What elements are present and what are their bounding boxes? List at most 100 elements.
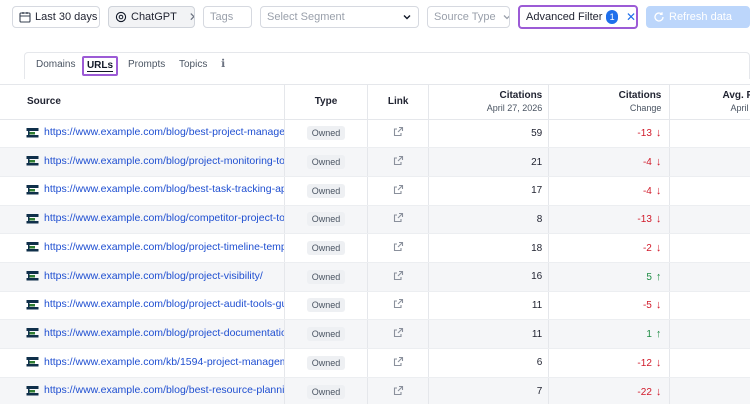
external-link-icon[interactable] (393, 212, 404, 223)
type-badge: Owned (306, 241, 346, 256)
table-row: https://www.example.com/blog/best-projec… (0, 119, 750, 149)
sources-table: Source Type Link Citations April 27, 202… (0, 84, 750, 404)
avg-position-cell: 11 (669, 377, 750, 404)
change-cell: -13 ↓ (548, 205, 671, 235)
source-cell: https://www.example.com/blog/project-vis… (0, 262, 285, 292)
tags-select[interactable]: Tags (203, 6, 252, 28)
arrow-down-icon: ↓ (655, 184, 662, 197)
column-type[interactable]: Type (284, 85, 369, 120)
change-cell: -4 ↓ (548, 176, 671, 206)
source-type-select[interactable]: Source Type (427, 6, 510, 28)
arrow-up-icon: ↑ (655, 270, 662, 283)
external-link-icon[interactable] (393, 385, 404, 396)
citations-cell: 16 (428, 262, 550, 292)
change-value: -12 (637, 357, 652, 369)
source-url[interactable]: https://www.example.com/blog/best-task-t… (44, 183, 283, 195)
link-cell (367, 147, 430, 177)
type-badge: Owned (306, 355, 346, 370)
external-link-icon[interactable] (393, 327, 404, 338)
source-url[interactable]: https://www.example.com/kb/1594-project-… (44, 356, 283, 368)
type-cell: Owned (284, 262, 369, 292)
source-link[interactable]: https://www.example.com/blog/competitor-… (26, 212, 283, 224)
external-link-icon[interactable] (393, 126, 404, 137)
external-link-icon[interactable] (393, 298, 404, 309)
engine-label: ChatGPT (131, 11, 177, 23)
source-link[interactable]: https://www.example.com/blog/project-doc… (26, 327, 283, 339)
source-link[interactable]: https://www.example.com/blog/best-projec… (26, 126, 283, 138)
refresh-data-button[interactable]: Refresh data (646, 6, 750, 28)
external-link-icon[interactable] (393, 241, 404, 252)
source-cell: https://www.example.com/blog/project-doc… (0, 319, 285, 349)
table-row: https://www.example.com/blog/best-resour… (0, 377, 750, 404)
source-favicon-icon (26, 127, 44, 138)
column-citations[interactable]: Citations April 27, 2026 (428, 85, 550, 120)
source-url[interactable]: https://www.example.com/blog/project-aud… (44, 298, 283, 310)
source-link[interactable]: https://www.example.com/blog/project-vis… (26, 270, 263, 282)
source-link[interactable]: https://www.example.com/blog/project-tim… (26, 241, 283, 253)
arrow-up-icon: ↑ (655, 328, 662, 341)
column-link: Link (367, 85, 430, 120)
source-url[interactable]: https://www.example.com/blog/project-mon… (44, 155, 283, 167)
source-url[interactable]: https://www.example.com/blog/best-resour… (44, 384, 283, 396)
source-link[interactable]: https://www.example.com/blog/best-resour… (26, 384, 283, 396)
tab-prompts[interactable]: Prompts (128, 59, 165, 70)
tags-placeholder: Tags (210, 11, 234, 23)
arrow-down-icon: ↓ (655, 385, 662, 398)
external-link-icon[interactable] (393, 356, 404, 367)
table-row: https://www.example.com/blog/project-mon… (0, 147, 750, 177)
link-cell (367, 119, 430, 149)
citations-cell: 18 (428, 233, 550, 263)
source-link[interactable]: https://www.example.com/blog/project-aud… (26, 298, 283, 310)
source-link[interactable]: https://www.example.com/blog/project-mon… (26, 155, 283, 167)
tab-topics[interactable]: Topics (179, 59, 207, 70)
chevron-down-icon (402, 12, 412, 22)
remove-engine-icon[interactable]: ✕ (189, 10, 194, 24)
column-citations-change[interactable]: Citations Change (548, 85, 671, 120)
source-url[interactable]: https://www.example.com/blog/competitor-… (44, 212, 283, 224)
type-badge: Owned (306, 269, 346, 284)
change-cell: -4 ↓ (548, 147, 671, 177)
citations-cell: 11 (428, 291, 550, 321)
table-row: https://www.example.com/blog/best-task-t… (0, 176, 750, 206)
source-url[interactable]: https://www.example.com/blog/project-vis… (44, 270, 263, 282)
tab-urls[interactable]: URLs (82, 56, 118, 76)
link-cell (367, 291, 430, 321)
date-range-button[interactable]: Last 30 days (12, 6, 100, 28)
type-cell: Owned (284, 319, 369, 349)
source-link[interactable]: https://www.example.com/blog/best-task-t… (26, 183, 283, 195)
clear-filter-icon[interactable]: ✕ (626, 10, 636, 24)
column-avg-position[interactable]: Avg. Position April 27, 2026 (669, 85, 750, 120)
type-badge: Owned (306, 298, 346, 313)
citations-cell: 8 (428, 205, 550, 235)
column-source[interactable]: Source (0, 85, 285, 120)
citations-cell: 6 (428, 348, 550, 378)
source-url[interactable]: https://www.example.com/blog/project-tim… (44, 241, 283, 253)
external-link-icon[interactable] (393, 270, 404, 281)
change-value: -5 (642, 300, 652, 312)
segment-select[interactable]: Select Segment (260, 6, 419, 28)
source-url[interactable]: https://www.example.com/blog/project-doc… (44, 327, 283, 339)
change-cell: 5 ↑ (548, 262, 671, 292)
source-cell: https://www.example.com/blog/competitor-… (0, 205, 285, 235)
type-badge: Owned (306, 155, 346, 170)
type-cell: Owned (284, 233, 369, 263)
source-link[interactable]: https://www.example.com/kb/1594-project-… (26, 356, 283, 368)
source-favicon-icon (26, 155, 44, 166)
info-icon[interactable]: ℹ (221, 57, 225, 70)
refresh-label: Refresh data (669, 11, 732, 23)
external-link-icon[interactable] (393, 155, 404, 166)
external-link-icon[interactable] (393, 184, 404, 195)
source-type-placeholder: Source Type (434, 11, 496, 23)
source-url[interactable]: https://www.example.com/blog/best-projec… (44, 126, 283, 138)
engine-chip[interactable]: ChatGPT ✕ (108, 6, 195, 28)
chevron-down-icon (502, 12, 509, 22)
segment-placeholder: Select Segment (267, 11, 345, 23)
link-cell (367, 377, 430, 404)
chatgpt-icon (115, 11, 127, 23)
table-row: https://www.example.com/kb/1594-project-… (0, 348, 750, 378)
tab-domains[interactable]: Domains (36, 59, 75, 70)
table-row: https://www.example.com/blog/project-aud… (0, 291, 750, 321)
advanced-filter-button[interactable]: Advanced Filter 1 ✕ (518, 5, 638, 29)
change-value: -13 (637, 128, 652, 140)
source-cell: https://www.example.com/blog/best-projec… (0, 119, 285, 149)
